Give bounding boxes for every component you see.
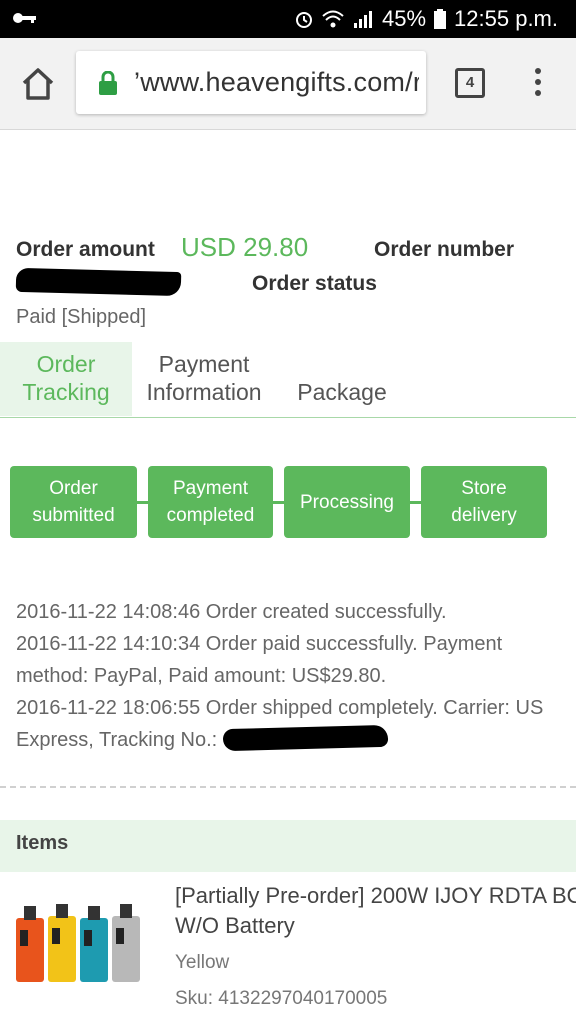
divider: [0, 786, 576, 788]
log-entry: 2016-11-22 14:08:46 Order created succes…: [16, 601, 447, 623]
wifi-icon: [322, 9, 344, 29]
browser-toolbar: ’www.heavengifts.com/r 4: [0, 38, 576, 130]
order-tabs: Order Tracking Payment Information Packa…: [0, 342, 576, 418]
clock-time: 12:55 p.m.: [454, 6, 558, 31]
tracking-log: 2016-11-22 14:08:46 Order created succes…: [16, 596, 561, 756]
product-title-line: [Partially Pre-order] 200W IJOY RDTA BO: [175, 883, 576, 908]
items-title: Items: [16, 832, 69, 854]
product-sku: Sku: 4132297040170005: [175, 988, 388, 1009]
signal-icon: [352, 9, 374, 29]
product-title-line: W/O Battery: [175, 913, 295, 938]
tab-order-tracking[interactable]: Order Tracking: [0, 342, 132, 416]
tab-package[interactable]: Package: [290, 342, 394, 416]
status-bar: 45% 12:55 p.m.: [0, 0, 576, 38]
tab-label: Information: [146, 379, 262, 405]
tab-switcher-button[interactable]: 4: [455, 68, 485, 98]
product-image[interactable]: [14, 900, 144, 990]
step-store-delivery: Store delivery: [421, 466, 547, 538]
tab-label: Payment: [158, 351, 250, 377]
address-bar[interactable]: ’www.heavengifts.com/r: [76, 51, 426, 114]
tab-label: Tracking: [22, 379, 110, 405]
home-icon[interactable]: [20, 66, 56, 102]
order-amount-value: USD 29.80: [181, 232, 309, 262]
order-number-label: Order number: [374, 238, 515, 261]
overflow-menu-icon[interactable]: [528, 68, 548, 100]
key-icon: [12, 10, 38, 26]
order-status-label: Order status: [252, 272, 377, 295]
tab-label: Package: [297, 379, 387, 405]
tab-label: Order: [36, 351, 96, 377]
step-payment-completed: Payment completed: [148, 466, 273, 538]
battery-percent: 45%: [382, 6, 427, 31]
product-title[interactable]: [Partially Pre-order] 200W IJOY RDTA BO …: [175, 881, 576, 941]
step-order-submitted: Order submitted: [10, 466, 137, 538]
log-entry: 2016-11-22 18:06:55 Order shipped comple…: [16, 697, 544, 752]
lock-icon: [98, 70, 118, 100]
order-progress-steps: Order submitted Payment completed Processi…: [10, 466, 550, 538]
alarm-icon: [294, 9, 314, 29]
tab-payment-information[interactable]: Payment Information: [140, 342, 268, 416]
log-entry: 2016-11-22 14:10:34 Order paid successfu…: [16, 633, 503, 687]
product-color: Yellow: [175, 952, 230, 973]
url-text: ’www.heavengifts.com/r: [134, 67, 419, 97]
order-amount-label: Order amount: [16, 238, 155, 261]
order-status-value: Paid [Shipped]: [16, 306, 147, 328]
step-processing: Processing: [284, 466, 410, 538]
battery-icon: [434, 9, 447, 29]
redacted-tracking-number: [222, 724, 389, 752]
items-header: Items: [0, 820, 576, 872]
redacted-order-number: [15, 267, 182, 297]
